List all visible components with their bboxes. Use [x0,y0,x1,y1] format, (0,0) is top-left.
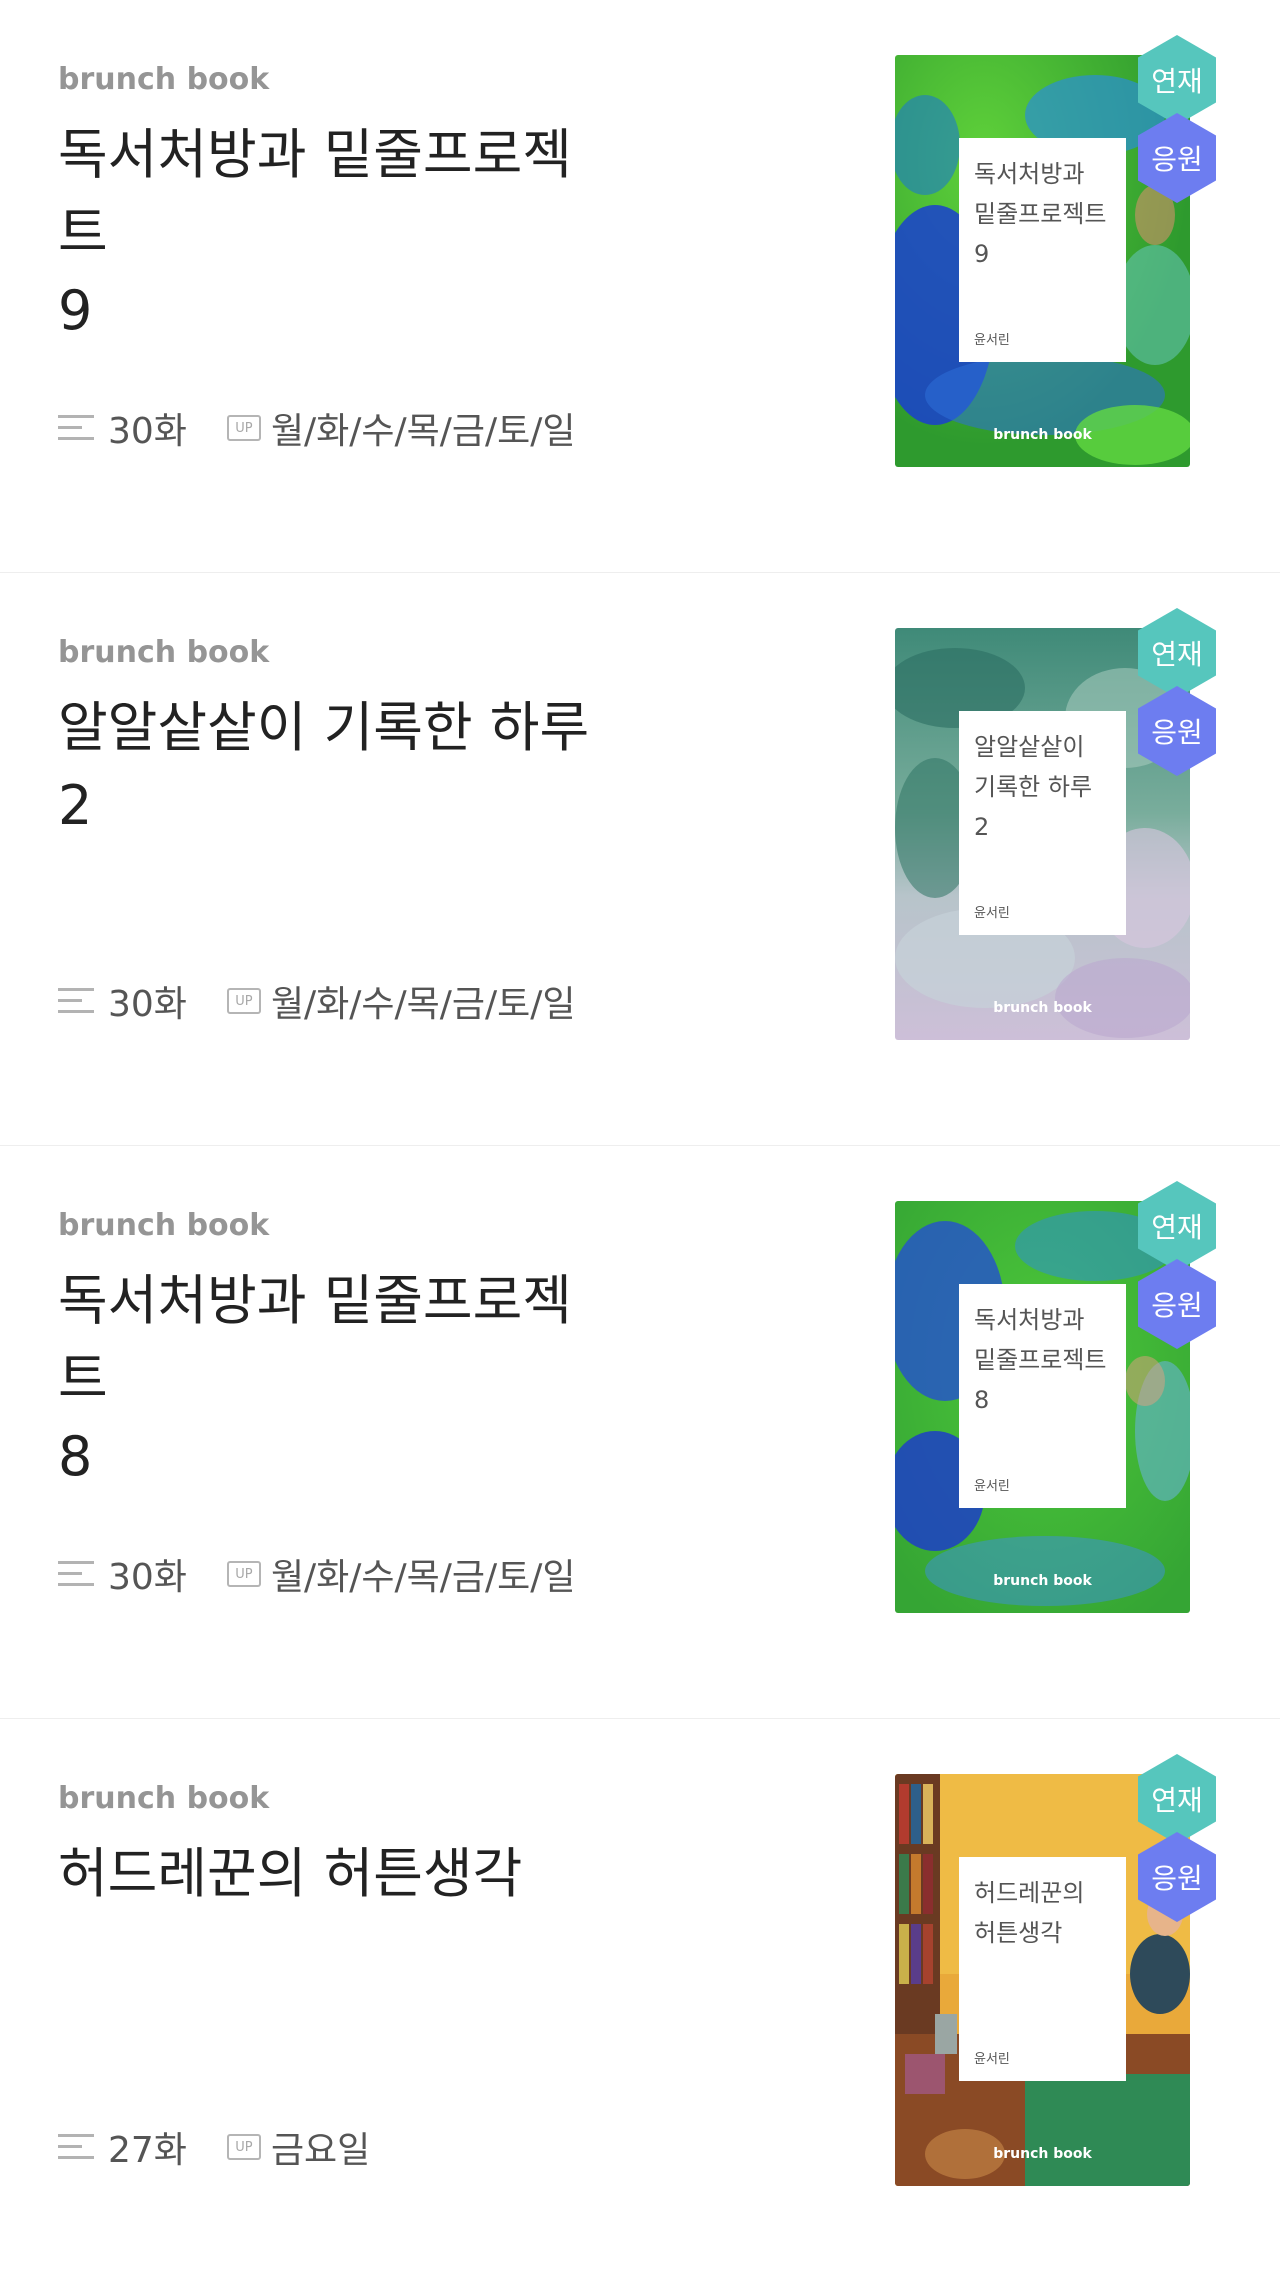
cover-title-line: 8 [974,1386,990,1414]
cover-title-line: 허드레꾼의 [974,1879,1085,1907]
cover-title-line: 독서처방과 [974,160,1085,188]
support-badge: 응원 [1130,1830,1224,1924]
cover-title-line: 기록한 하루 [974,773,1093,801]
cover-title: 허드레꾼의 허튼생각 [974,1873,1119,1953]
book-title-line: 독서처방과 밑줄프로젝트 [58,1269,572,1410]
book-title-line: 8 [58,1425,93,1488]
cover-title-line: 밑줄프로젝트 [974,200,1107,228]
cover-author: 윤서린 [974,2052,1010,2067]
episode-list-icon [58,2134,94,2159]
update-icon: UP [226,2134,261,2160]
brunch-book-label: brunch book [58,1208,270,1243]
cover-author: 윤서린 [974,906,1010,921]
book-title[interactable]: 알알샅샅이 기록한 하루 2 [58,689,618,845]
cover-title-line: 알알샅샅이 [974,733,1085,761]
cover-brand: brunch book [993,427,1092,443]
brunch-book-label: brunch book [58,635,270,670]
cover-brand: brunch book [993,1000,1092,1016]
cover-title-card: 알알샅샅이 기록한 하루 2 윤서린 [959,711,1126,935]
episode-count: 30화 [108,1557,187,1598]
book-title[interactable]: 독서처방과 밑줄프로젝트 9 [58,116,618,350]
support-badge-label: 응원 [1151,1289,1203,1322]
brunch-book-list: brunch book 독서처방과 밑줄프로젝트 9 30화 UP 월/화/수/… [0,0,1280,2292]
book-title-line: 9 [58,279,93,342]
book-list-item[interactable]: brunch book 허드레꾼의 허튼생각 27화 UP 금요일 허드레꾼의 … [0,1719,1280,2292]
support-badge: 응원 [1130,111,1224,205]
support-badge-label: 응원 [1151,1862,1203,1895]
episode-list-icon [58,1561,94,1586]
cover-title-line: 독서처방과 [974,1306,1085,1334]
update-icon: UP [226,415,261,441]
brunch-book-label: brunch book [58,1781,270,1816]
cover-title-card: 허드레꾼의 허튼생각 윤서린 [959,1857,1126,2081]
support-badge: 응원 [1130,1257,1224,1351]
cover-title: 독서처방과 밑줄프로젝트 8 [974,1300,1119,1420]
cover-title-card: 독서처방과 밑줄프로젝트 9 윤서린 [959,138,1126,362]
episode-count: 27화 [108,2130,187,2171]
episode-list-icon [58,988,94,1013]
update-schedule: 금요일 [270,2130,371,2171]
cover-title: 독서처방과 밑줄프로젝트 9 [974,154,1119,274]
cover-brand: brunch book [993,1573,1092,1589]
book-title[interactable]: 독서처방과 밑줄프로젝트 8 [58,1262,618,1496]
book-list-item[interactable]: brunch book 독서처방과 밑줄프로젝트 9 30화 UP 월/화/수/… [0,0,1280,573]
cover-title-line: 밑줄프로젝트 [974,1346,1107,1374]
support-badge-label: 응원 [1151,143,1203,176]
episode-list-icon [58,415,94,440]
book-list-item[interactable]: brunch book 알알샅샅이 기록한 하루 2 30화 UP 월/화/수/… [0,573,1280,1146]
cover-author: 윤서린 [974,333,1010,348]
update-schedule: 월/화/수/목/금/토/일 [270,984,576,1025]
cover-title-line: 9 [974,240,990,268]
update-schedule: 월/화/수/목/금/토/일 [270,411,576,452]
book-title-line: 알알샅샅이 기록한 하루 [58,696,590,759]
episode-count: 30화 [108,411,187,452]
cover-title-line: 2 [974,813,990,841]
cover-title-line: 허튼생각 [974,1919,1063,1947]
book-meta: 30화 UP 월/화/수/목/금/토/일 [58,1548,576,1600]
cover-title: 알알샅샅이 기록한 하루 2 [974,727,1119,847]
brunch-book-label: brunch book [58,62,270,97]
book-list-item[interactable]: brunch book 독서처방과 밑줄프로젝트 8 30화 UP 월/화/수/… [0,1146,1280,1719]
update-schedule: 월/화/수/목/금/토/일 [270,1557,576,1598]
book-title-line: 2 [58,774,93,837]
cover-title-card: 독서처방과 밑줄프로젝트 8 윤서린 [959,1284,1126,1508]
book-meta: 30화 UP 월/화/수/목/금/토/일 [58,402,576,454]
episode-count: 30화 [108,984,187,1025]
book-title-line: 독서처방과 밑줄프로젝트 [58,123,572,264]
cover-author: 윤서린 [974,1479,1010,1494]
book-meta: 30화 UP 월/화/수/목/금/토/일 [58,975,576,1027]
update-icon: UP [226,988,261,1014]
book-title[interactable]: 허드레꾼의 허튼생각 [58,1835,618,1913]
book-meta: 27화 UP 금요일 [58,2121,370,2173]
cover-brand: brunch book [993,2146,1092,2162]
update-icon: UP [226,1561,261,1587]
support-badge-label: 응원 [1151,716,1203,749]
book-title-line: 허드레꾼의 허튼생각 [58,1842,523,1905]
support-badge: 응원 [1130,684,1224,778]
